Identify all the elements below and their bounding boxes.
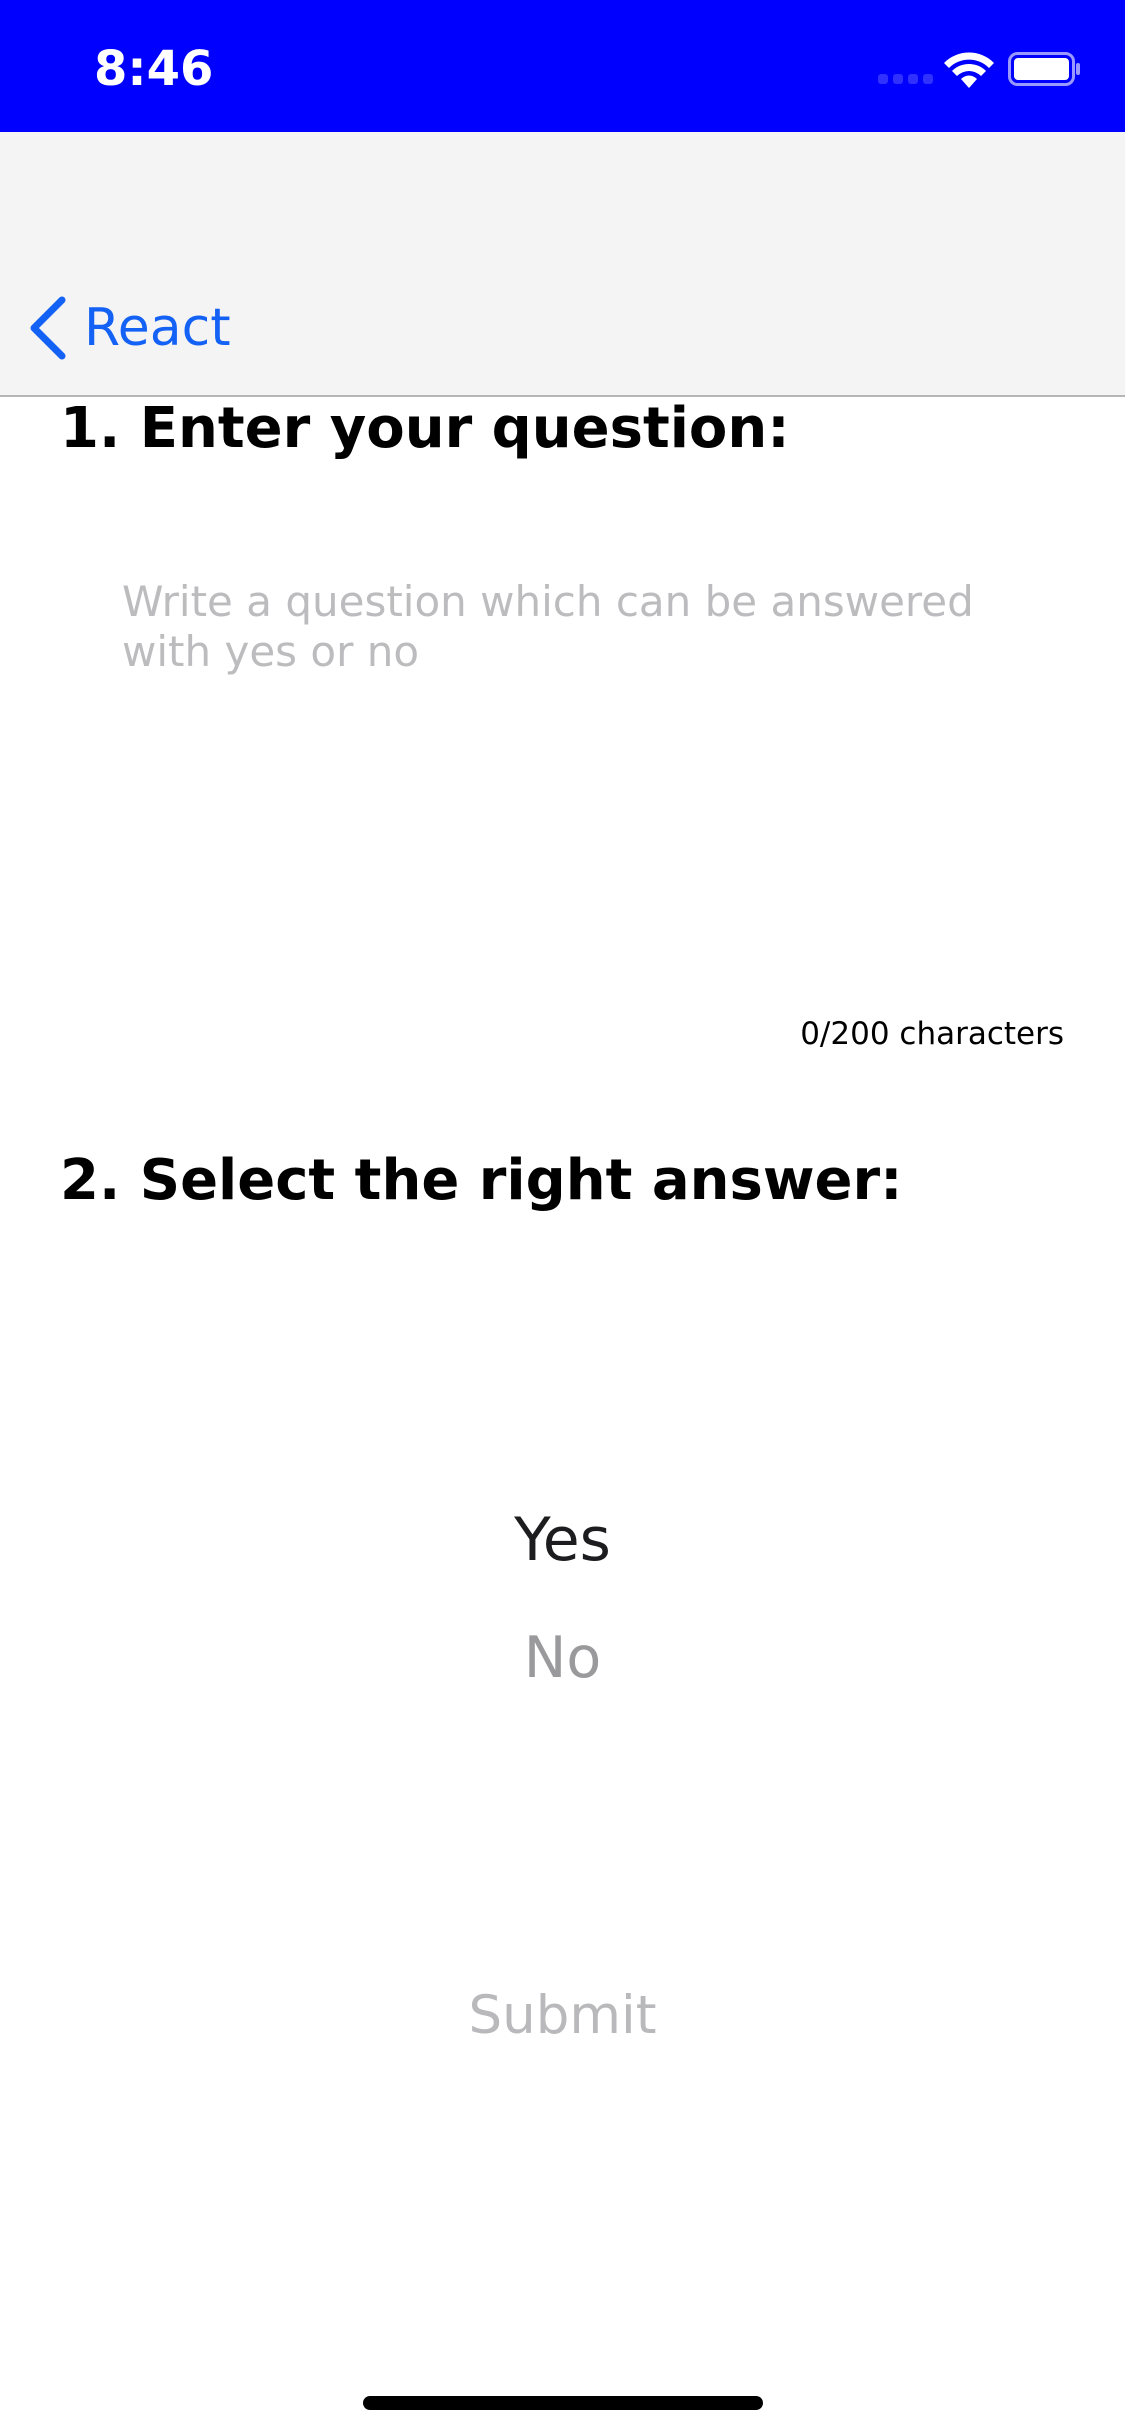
wifi-icon	[944, 52, 994, 88]
picker-option-no[interactable]: No	[0, 1625, 1125, 1691]
submit-button[interactable]: Submit	[0, 1985, 1125, 2046]
question-input[interactable]	[100, 565, 1040, 985]
status-bar: 8:46	[0, 0, 1125, 132]
back-button-label: React	[84, 298, 231, 358]
picker-option-yes[interactable]: Yes	[0, 1505, 1125, 1575]
answer-picker[interactable]: Yes No	[0, 1455, 1125, 1715]
home-indicator[interactable]	[363, 2396, 763, 2410]
battery-icon	[1008, 52, 1080, 86]
character-counter: 0/200 characters	[800, 1016, 1064, 1052]
question-heading: 1. Enter your question:	[60, 396, 790, 461]
status-time: 8:46	[94, 41, 214, 97]
chevron-left-icon	[30, 296, 66, 360]
back-button[interactable]: React	[26, 288, 231, 368]
answer-heading: 2. Select the right answer:	[60, 1148, 903, 1213]
signal-icon	[878, 74, 933, 84]
